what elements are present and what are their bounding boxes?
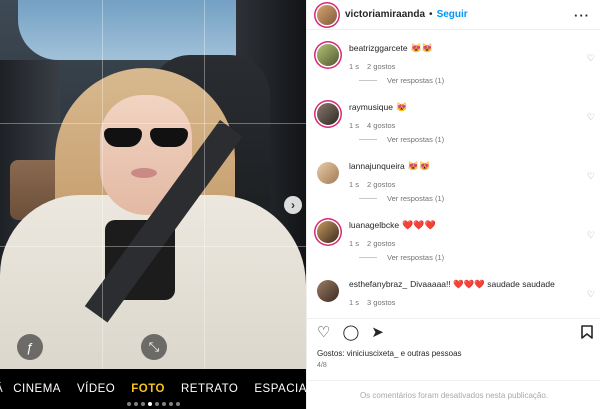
post-side-panel: victoriamiraanda • Seguir ··· beatrizgga…	[306, 0, 600, 409]
comment-likes[interactable]: 3 gostos	[367, 298, 395, 307]
comment-item: esthefanybraz_ Divaaaaa!! ❤️❤️❤️ saudade …	[307, 267, 600, 317]
camera-mode: RETRATO	[180, 383, 239, 395]
camera-grid-line	[0, 246, 306, 247]
follow-button[interactable]: Seguir	[437, 9, 468, 20]
carousel-dots	[0, 402, 306, 406]
author-username[interactable]: victoriamiraanda	[345, 9, 425, 20]
sunglasses	[104, 128, 188, 148]
commenter-username[interactable]: esthefanybraz_	[349, 279, 407, 289]
comment-like-icon[interactable]: ♡	[587, 53, 595, 64]
view-replies-button[interactable]: Ver respostas (1)	[359, 194, 591, 203]
comments-disabled-notice: Os comentários foram desativados nesta p…	[307, 380, 600, 409]
commenter-avatar[interactable]	[317, 221, 339, 243]
post-header: victoriamiraanda • Seguir ···	[307, 0, 600, 30]
comment-item: beatrizggarcete 😻😻 1 s 2 gostos ♡ Ver resp…	[307, 31, 600, 90]
next-photo-button[interactable]: ›	[284, 196, 302, 214]
camera-mode: VÍDEO	[76, 383, 116, 395]
camera-mode: ESPACIAL	[254, 383, 306, 395]
commenter-username[interactable]: raymusique	[349, 102, 393, 112]
commenter-avatar[interactable]	[317, 103, 339, 125]
comment-like-icon[interactable]: ♡	[587, 230, 595, 241]
comment-text: ❤️❤️❤️	[402, 220, 436, 230]
comment-text: 😻😻	[410, 43, 434, 53]
comment-time: 1 s	[349, 62, 360, 71]
likes-summary[interactable]: Gostos: viniciuscixeta_ e outras pessoas	[317, 349, 462, 358]
view-replies-label: Ver respostas (1)	[387, 135, 445, 144]
carousel-pager: 4/8	[317, 362, 327, 369]
view-replies-label: Ver respostas (1)	[387, 253, 445, 262]
commenter-avatar[interactable]	[317, 44, 339, 66]
post-photo[interactable]: ƒ ⤡ › ÇÃ CINEMA VÍDEO FOTO RETRATO ESPAC…	[0, 0, 306, 409]
comment-item: raymusique 😻 1 s 4 gostos ♡ Ver respostas …	[307, 90, 600, 149]
post-actions-bar: ♡ ◯ ➤	[307, 318, 600, 346]
collapse-icon: ⤡	[141, 334, 167, 360]
comment-item: lannajunqueira 😻😻 1 s 2 gostos ♡ Ver respo…	[307, 149, 600, 208]
comment-like-icon[interactable]: ♡	[587, 171, 595, 182]
author-avatar[interactable]	[317, 4, 337, 25]
like-icon[interactable]: ♡	[317, 325, 330, 340]
view-replies-button[interactable]: Ver respostas (1)	[359, 76, 591, 85]
commenter-username[interactable]: lannajunqueira	[349, 161, 405, 171]
view-replies-button[interactable]: Ver respostas (1)	[359, 135, 591, 144]
comment-item: luanagelbcke ❤️❤️❤️ 1 s 2 gostos ♡ Ver res…	[307, 208, 600, 267]
comment-text: 😻😻	[407, 161, 431, 171]
comment-likes[interactable]: 2 gostos	[367, 239, 395, 248]
commenter-avatar[interactable]	[317, 162, 339, 184]
view-replies-button[interactable]: Ver respostas (1)	[359, 253, 591, 262]
separator-dot: •	[429, 9, 433, 20]
comment-time: 1 s	[349, 298, 360, 307]
camera-grid-line	[0, 123, 306, 124]
camera-mode: ÇÃ	[0, 383, 5, 395]
camera-grid-line	[102, 0, 103, 409]
comment-text: Divaaaaa!! ❤️❤️❤️ saudade saudade	[410, 279, 555, 289]
camera-grid-line	[204, 0, 205, 409]
view-replies-label: Ver respostas (1)	[387, 76, 445, 85]
commenter-username[interactable]: luanagelbcke	[349, 220, 399, 230]
flash-icon: ƒ	[17, 334, 43, 360]
save-icon[interactable]	[581, 325, 593, 343]
comment-time: 1 s	[349, 239, 360, 248]
comment-likes[interactable]: 2 gostos	[367, 62, 395, 71]
comment-like-icon[interactable]: ♡	[587, 112, 595, 123]
commenter-avatar[interactable]	[317, 280, 339, 302]
more-options-icon[interactable]: ···	[574, 8, 590, 23]
comment-likes[interactable]: 4 gostos	[367, 121, 395, 130]
comment-like-icon[interactable]: ♡	[587, 289, 595, 300]
commenter-username[interactable]: beatrizggarcete	[349, 43, 408, 53]
camera-mode: CINEMA	[13, 383, 61, 395]
lips	[131, 168, 157, 178]
sunroof-window	[18, 0, 258, 60]
view-replies-label: Ver respostas (1)	[387, 194, 445, 203]
comment-likes[interactable]: 2 gostos	[367, 180, 395, 189]
comment-time: 1 s	[349, 121, 360, 130]
share-icon[interactable]: ➤	[371, 325, 384, 340]
comments-list: beatrizggarcete 😻😻 1 s2 gostos ♡ Ver resp…	[307, 31, 600, 317]
comment-icon[interactable]: ◯	[342, 325, 359, 340]
comment-time: 1 s	[349, 180, 360, 189]
camera-mode-active: FOTO	[131, 383, 165, 395]
comment-text: 😻	[395, 102, 408, 112]
